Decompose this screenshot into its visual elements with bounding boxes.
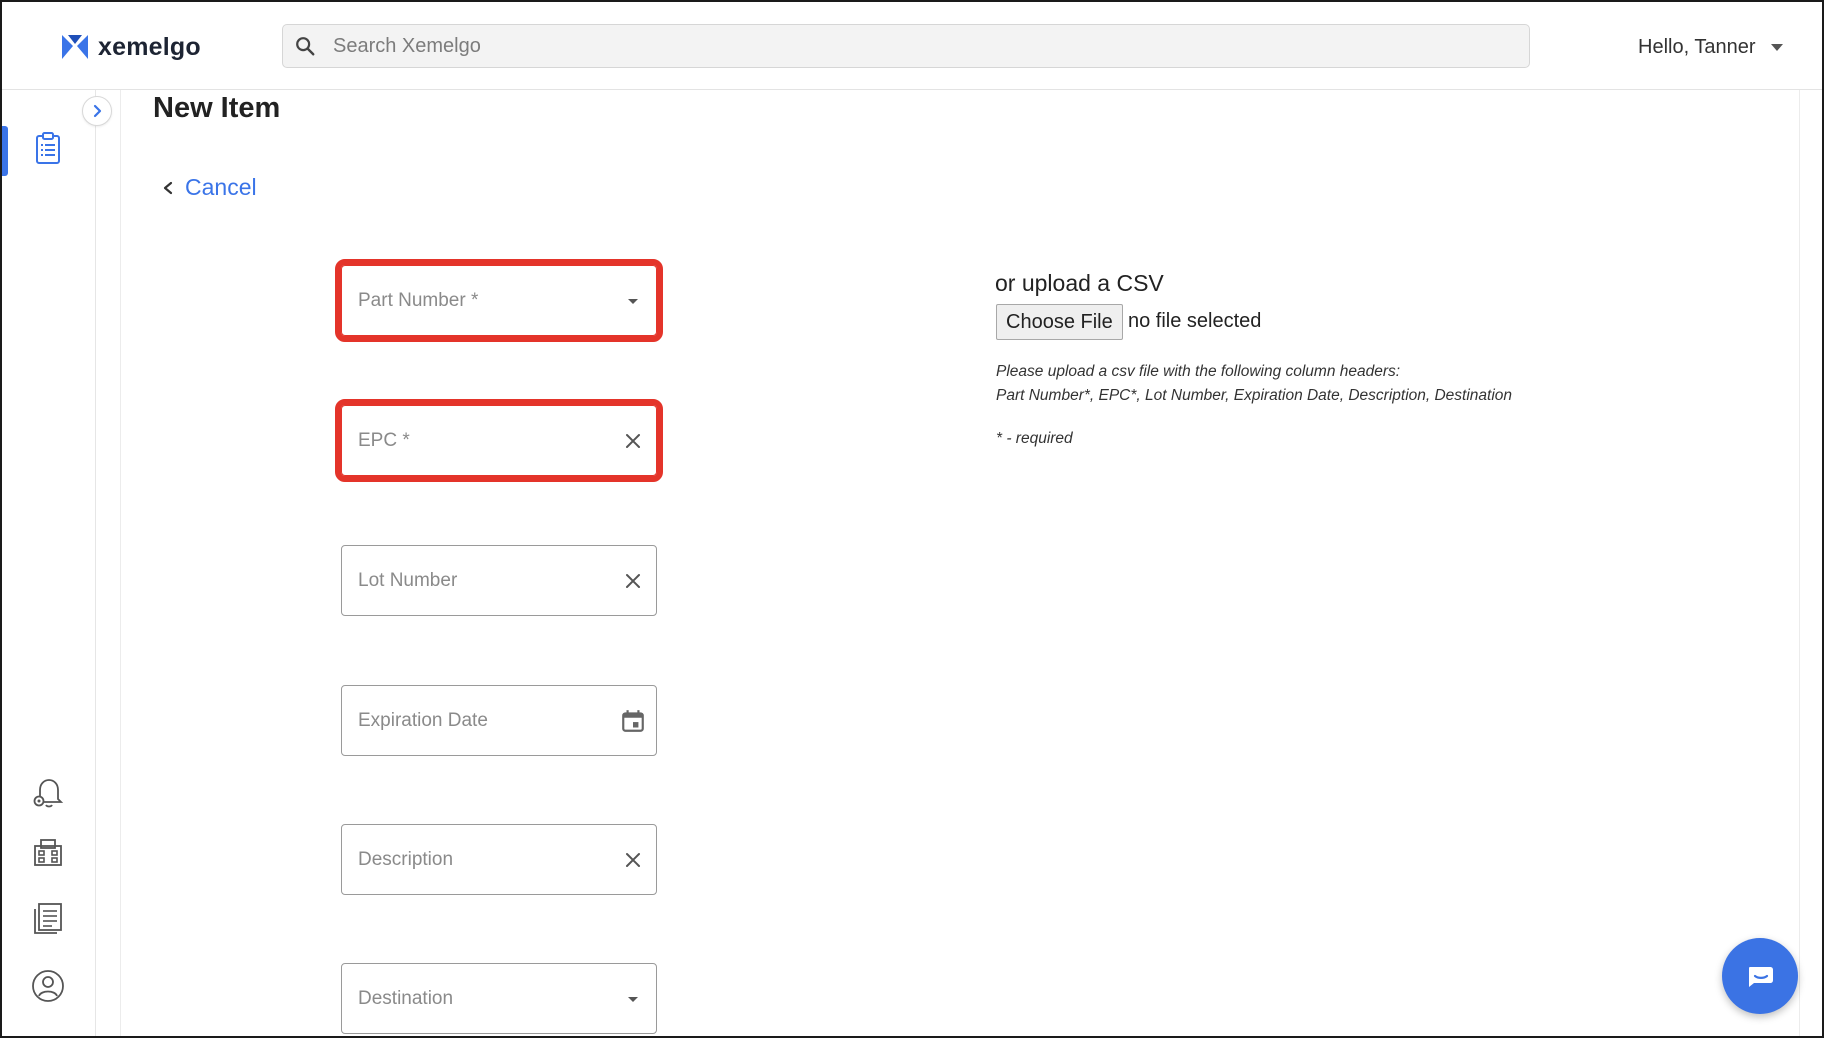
choose-file-button[interactable]: Choose File [996,304,1123,340]
sidebar-item-locations[interactable] [28,832,68,872]
page-title: New Item [153,92,281,124]
sidebar-expand-button[interactable] [82,96,112,126]
sidebar [2,90,96,1036]
clipboard-icon [36,132,60,164]
chevron-left-icon [163,181,173,194]
epc-field[interactable]: EPC * [335,399,663,482]
calendar-icon[interactable] [610,708,656,734]
search-input[interactable] [333,26,1483,66]
brand-logo[interactable]: xemelgo [60,30,201,64]
csv-help-line-2: Part Number*, EPC*, Lot Number, Expirati… [996,387,1513,404]
csv-help-text: Please upload a csv file with the follow… [996,360,1512,408]
search-bar[interactable] [282,24,1530,68]
user-circle-icon [32,970,64,1002]
expiration-date-field[interactable]: Expiration Date [341,685,657,756]
sidebar-active-indicator [2,126,8,176]
clear-icon[interactable] [610,851,656,869]
clear-icon[interactable] [610,572,656,590]
part-number-placeholder: Part Number * [358,289,479,311]
sidebar-item-items[interactable] [28,128,68,168]
user-menu[interactable]: Hello, Tanner [1638,32,1784,62]
building-icon [34,839,62,866]
chat-launcher-button[interactable] [1722,938,1798,1014]
xemelgo-logo-icon [62,35,88,59]
list-document-icon [34,903,62,934]
lot-number-field[interactable]: Lot Number [341,545,657,616]
sidebar-item-profile[interactable] [28,966,68,1006]
csv-help-line-1: Please upload a csv file with the follow… [996,363,1401,380]
app-window: xemelgo Hello, Tanner [0,0,1824,1038]
destination-select[interactable]: Destination [341,963,657,1034]
lot-number-placeholder: Lot Number [358,569,458,591]
top-bar: xemelgo Hello, Tanner [2,2,1822,90]
user-greeting: Hello, Tanner [1638,35,1756,58]
sidebar-item-alerts[interactable] [28,772,68,812]
chevron-right-icon [93,104,102,118]
brand-name: xemelgo [98,32,201,61]
bell-settings-icon [33,779,64,808]
required-note: * - required [996,430,1073,447]
main-content: New Item Cancel Part Number * EPC * Lot … [120,90,1800,1036]
part-number-select[interactable]: Part Number * [335,259,663,342]
chat-icon [1749,967,1773,987]
search-icon [283,35,327,57]
destination-placeholder: Destination [358,987,454,1009]
cancel-label: Cancel [185,174,257,200]
expiration-date-placeholder: Expiration Date [358,709,488,731]
epc-placeholder: EPC * [358,429,410,451]
cancel-link[interactable]: Cancel [161,174,257,201]
dropdown-arrow-icon[interactable] [610,292,656,310]
description-field[interactable]: Description [341,824,657,895]
file-status: no file selected [1128,310,1262,332]
dropdown-arrow-icon[interactable] [610,990,656,1008]
description-placeholder: Description [358,848,454,870]
clear-icon[interactable] [610,432,656,450]
sidebar-item-reports[interactable] [28,898,68,938]
chevron-down-icon [1771,43,1784,51]
csv-upload-title: or upload a CSV [995,270,1164,296]
